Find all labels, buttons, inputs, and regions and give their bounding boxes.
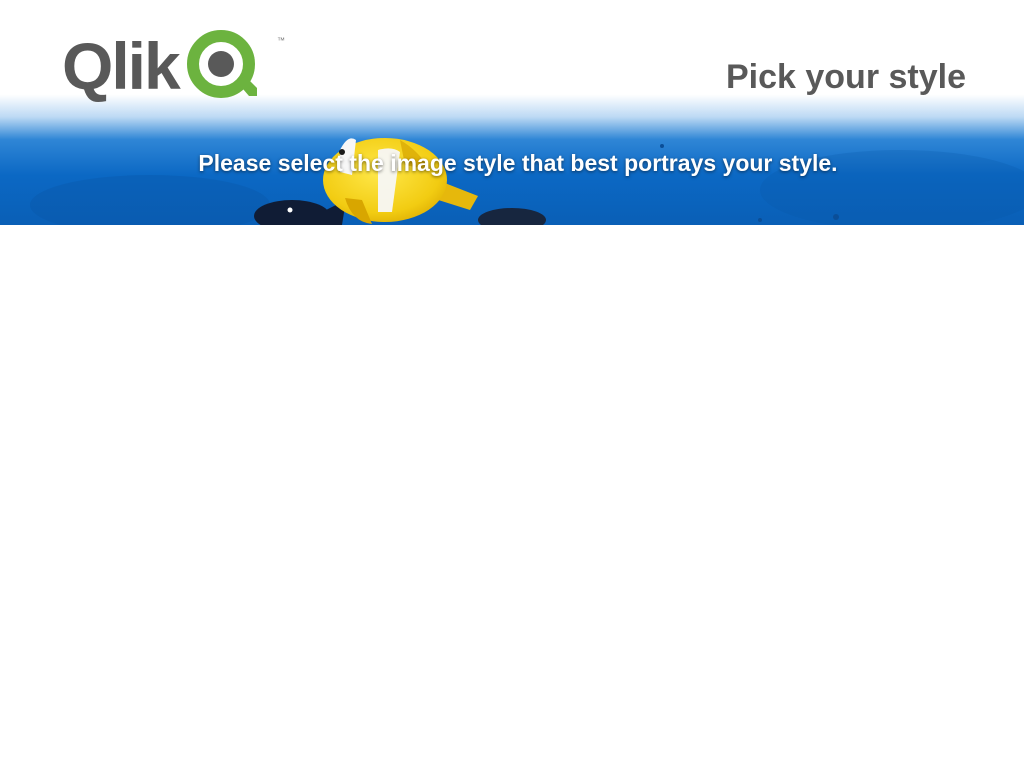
page-title: Pick your style [725, 58, 966, 96]
header: Qlik ™ Pick your style Please select the… [0, 0, 1024, 225]
page-subtitle: Please select the image style that best … [198, 150, 838, 176]
style-options-area [0, 225, 1024, 768]
qlik-logo: Qlik [62, 30, 265, 102]
qlik-logo-text: Qlik [62, 29, 181, 103]
trademark-symbol: ™ [277, 36, 285, 45]
qlik-q-mark-icon [186, 30, 257, 98]
style-picker-page: Qlik ™ Pick your style Please select the… [0, 0, 1024, 768]
